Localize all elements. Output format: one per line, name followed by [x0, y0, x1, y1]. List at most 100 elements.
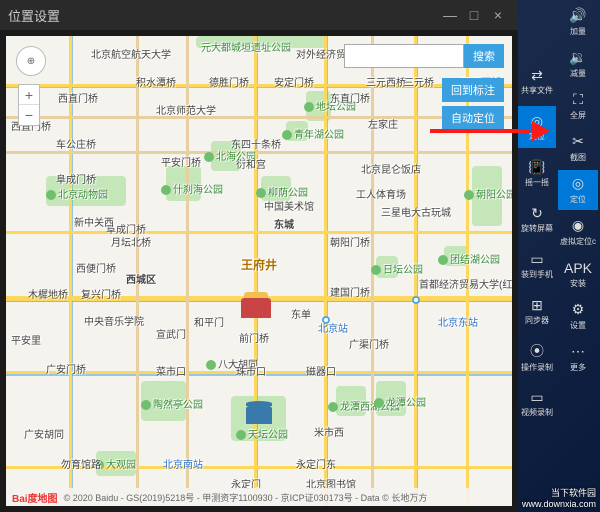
sec-toolbar-rotate[interactable]: ↻旋转屏幕 [518, 198, 556, 240]
map-action-buttons: 回到标注 自动定位 [442, 78, 504, 130]
label: 朝阳公园 [464, 186, 512, 201]
record-video-icon: ▭ [530, 389, 543, 406]
virtual-locate-icon: ◉ [570, 218, 586, 234]
toolbar-label: 加量 [570, 26, 586, 37]
label: 元大都城垣遗址公园 [201, 39, 291, 54]
label: 龙潭公园 [374, 394, 426, 409]
install-phone-icon: ▭ [530, 251, 543, 268]
label: 青年湖公园 [282, 126, 344, 141]
label: 北京南站 [163, 456, 203, 471]
minimize-button[interactable]: — [438, 3, 462, 27]
auto-locate-button[interactable]: 自动定位 [442, 106, 504, 130]
label: 三星电大古玩城 [381, 204, 451, 219]
rotate-icon: ↻ [531, 205, 543, 222]
toolbar-volume-down[interactable]: 🔉减量 [558, 44, 598, 84]
sec-toolbar-label: 装到手机 [521, 269, 553, 280]
label: 东直门桥 [330, 90, 370, 105]
toolbar-label: 安装 [570, 278, 586, 289]
zoom-out-button[interactable]: − [19, 105, 39, 125]
label: 北京东站 [438, 314, 478, 329]
road [6, 116, 512, 119]
sec-toolbar-record-video[interactable]: ▭视频录制 [518, 382, 556, 424]
label: 首都经济贸易大学(红庙校区) [419, 276, 512, 291]
compass-control[interactable]: ⊕ [16, 46, 46, 76]
temple-of-heaven-icon [246, 406, 272, 424]
sec-toolbar-record-op[interactable]: ⦿操作录制 [518, 336, 556, 378]
road [6, 151, 512, 154]
sec-toolbar-label: 视频录制 [521, 407, 553, 418]
zoom-control: + − [18, 84, 40, 126]
label: 珠市口 [236, 363, 266, 378]
label: 磁器口 [306, 363, 336, 378]
sec-toolbar-shake[interactable]: 📳摇一摇 [518, 152, 556, 194]
label: 北京航空航天大学 [91, 46, 171, 61]
label: 日坛公园 [371, 261, 423, 276]
toolbar-label: 截图 [570, 152, 586, 163]
sec-toolbar-install-phone[interactable]: ▭装到手机 [518, 244, 556, 286]
toolbar-locate[interactable]: ◎定位 [558, 170, 598, 210]
label: 北京动物园 [46, 186, 108, 201]
location-settings-window: 位置设置 — □ × [0, 0, 518, 512]
label-dongcheng: 东城 [274, 216, 294, 231]
volume-down-icon: 🔉 [570, 50, 586, 66]
toolbar-fullscreen[interactable]: ⛶全屏 [558, 86, 598, 126]
label: 左家庄 [368, 116, 398, 131]
search-button[interactable]: 搜索 [464, 44, 504, 68]
back-to-mark-button[interactable]: 回到标注 [442, 78, 504, 102]
label: 广安胡同 [24, 426, 64, 441]
sec-toolbar-label: 摇一摇 [525, 177, 549, 188]
label: 永定门东 [296, 456, 336, 471]
toolbar-settings[interactable]: ⚙设置 [558, 296, 598, 336]
map-canvas[interactable]: 王府井 西城区 东城 北京航空航天大学 北京师范大学 对外经济贸易大学 北京中医… [6, 36, 512, 506]
secondary-toolbar: ⇄共享文件◎定位📳摇一摇↻旋转屏幕▭装到手机⊞同步器⦿操作录制▭视频录制 [518, 0, 556, 512]
label: 月坛北桥 [111, 234, 151, 249]
search-input[interactable] [344, 44, 464, 68]
locate-icon: ◎ [570, 176, 586, 192]
zoom-in-button[interactable]: + [19, 85, 39, 105]
toolbar-more[interactable]: ⋯更多 [558, 338, 598, 378]
close-button[interactable]: × [486, 3, 510, 27]
label: 北京站 [318, 320, 348, 335]
label: 和平门 [194, 314, 224, 329]
label: 衍和宫 [236, 156, 266, 171]
search-bar: 搜索 [344, 44, 504, 68]
toolbar-volume-up[interactable]: 🔊加量 [558, 2, 598, 42]
label: 三元西桥 [366, 74, 406, 89]
sec-toolbar-share-file[interactable]: ⇄共享文件 [518, 60, 556, 102]
sec-toolbar-label: 旋转屏幕 [521, 223, 553, 234]
label: 阜成门桥 [56, 171, 96, 186]
label: 德胜门桥 [209, 74, 249, 89]
label: 三元桥 [404, 74, 434, 89]
window-title: 位置设置 [8, 6, 438, 25]
road [6, 231, 512, 234]
sec-toolbar-sync[interactable]: ⊞同步器 [518, 290, 556, 332]
label: 北京师范大学 [156, 102, 216, 117]
label: 陶然亭公园 [141, 396, 203, 411]
label: 安定门桥 [274, 74, 314, 89]
label: 建国门桥 [330, 284, 370, 299]
baidu-logo: Bai度地图 [12, 490, 58, 505]
screenshot-icon: ✂ [570, 134, 586, 150]
label: 新中关西 [74, 214, 114, 229]
label: 工人体育场 [356, 186, 406, 201]
label: 米市西 [314, 424, 344, 439]
record-op-icon: ⦿ [530, 341, 544, 361]
label: 前门桥 [239, 330, 269, 345]
sec-toolbar-label: 共享文件 [521, 85, 553, 96]
sec-toolbar-label: 操作录制 [521, 362, 553, 373]
map-attribution: Bai度地图 © 2020 Baidu - GS(2019)5218号 - 甲测… [6, 488, 512, 506]
share-file-icon: ⇄ [531, 67, 543, 84]
toolbar-install[interactable]: APK安装 [558, 254, 598, 294]
fullscreen-icon: ⛶ [570, 92, 586, 108]
label: 柳荫公园 [256, 184, 308, 199]
sec-toolbar-locate2[interactable]: ◎定位 [518, 106, 556, 148]
label: 平安里 [11, 332, 41, 347]
label: 勿育馆路 [61, 456, 101, 471]
toolbar-screenshot[interactable]: ✂ 截图 [558, 128, 598, 168]
titlebar[interactable]: 位置设置 — □ × [0, 0, 518, 30]
maximize-button[interactable]: □ [462, 3, 486, 27]
locate2-icon: ◎ [531, 113, 543, 130]
label: 团结湖公园 [438, 251, 500, 266]
toolbar-virtual-locate[interactable]: ◉虚拟定位c [558, 212, 598, 252]
label: 什刹海公园 [161, 181, 223, 196]
